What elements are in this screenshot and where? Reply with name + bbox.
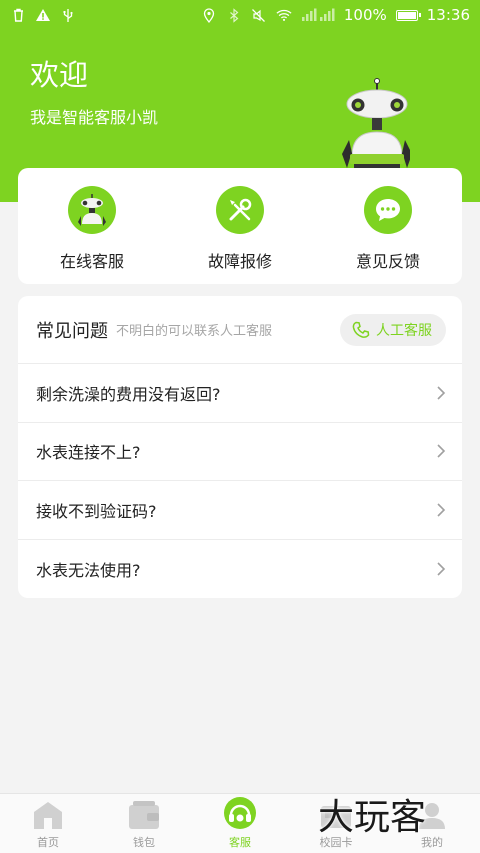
faq-header: 常见问题 不明白的可以联系人工客服 人工客服 <box>18 296 462 364</box>
online-service-button[interactable]: 在线客服 <box>18 168 166 284</box>
chevron-right-icon <box>437 444 446 458</box>
online-service-label: 在线客服 <box>59 252 124 271</box>
robot-mascot-icon <box>340 78 412 173</box>
home-icon <box>34 802 62 829</box>
feedback-button[interactable]: 意见反馈 <box>314 168 462 284</box>
status-bar: 100% 13:36 <box>0 0 480 30</box>
mute-icon <box>251 7 267 23</box>
feedback-label: 意见反馈 <box>355 252 420 271</box>
service-card: 在线客服 故障报修 意见反馈 <box>18 168 462 284</box>
usb-icon <box>60 7 76 23</box>
warning-icon <box>35 7 51 23</box>
faq-row[interactable]: 水表连接不上? <box>18 423 462 481</box>
welcome-title: 欢迎 <box>30 58 89 92</box>
battery-fill <box>397 11 416 19</box>
clock: 13:36 <box>426 6 470 24</box>
robot-icon <box>68 186 116 234</box>
wallet-icon <box>129 801 159 829</box>
human-service-button[interactable]: 人工客服 <box>340 313 446 346</box>
welcome-subtitle: 我是智能客服小凯 <box>30 108 159 127</box>
repair-report-label: 故障报修 <box>207 252 272 271</box>
tab-home[interactable]: 首页 <box>0 794 96 853</box>
tab-service[interactable]: 客服 <box>192 794 288 853</box>
chevron-right-icon <box>437 386 446 400</box>
chevron-right-icon <box>437 503 446 517</box>
faq-question: 水表无法使用? <box>36 560 141 580</box>
faq-question: 接收不到验证码? <box>36 501 157 521</box>
location-icon <box>201 7 217 23</box>
faq-hint: 不明白的可以联系人工客服 <box>116 324 273 339</box>
signal-icon <box>301 7 335 23</box>
faq-row[interactable]: 剩余洗澡的费用没有返回? <box>18 364 462 423</box>
tools-icon <box>216 186 264 234</box>
faq-row[interactable]: 水表无法使用? <box>18 540 462 599</box>
status-right: 100% 13:36 <box>201 6 470 24</box>
watermark-logo: 大玩客 <box>318 797 427 838</box>
status-left <box>10 7 76 23</box>
human-service-label: 人工客服 <box>376 322 432 339</box>
faq-row[interactable]: 接收不到验证码? <box>18 481 462 540</box>
tab-label: 钱包 <box>133 836 155 849</box>
headset-icon <box>224 797 256 829</box>
tab-label: 客服 <box>229 836 251 849</box>
repair-report-button[interactable]: 故障报修 <box>166 168 314 284</box>
trash-icon <box>10 7 26 23</box>
chevron-right-icon <box>437 562 446 576</box>
tab-wallet[interactable]: 钱包 <box>96 794 192 853</box>
battery-icon <box>395 9 421 21</box>
wifi-icon <box>276 7 292 23</box>
faq-card: 常见问题 不明白的可以联系人工客服 人工客服 剩余洗澡的费用没有返回? 水表连接… <box>18 296 462 598</box>
battery-percent: 100% <box>343 6 387 24</box>
phone-icon <box>352 321 370 338</box>
faq-title: 常见问题 <box>36 320 108 342</box>
faq-question: 水表连接不上? <box>36 443 141 463</box>
tab-label: 首页 <box>37 836 59 849</box>
chat-bubble-icon <box>364 186 412 234</box>
faq-question: 剩余洗澡的费用没有返回? <box>36 384 221 404</box>
bluetooth-icon <box>226 7 242 23</box>
